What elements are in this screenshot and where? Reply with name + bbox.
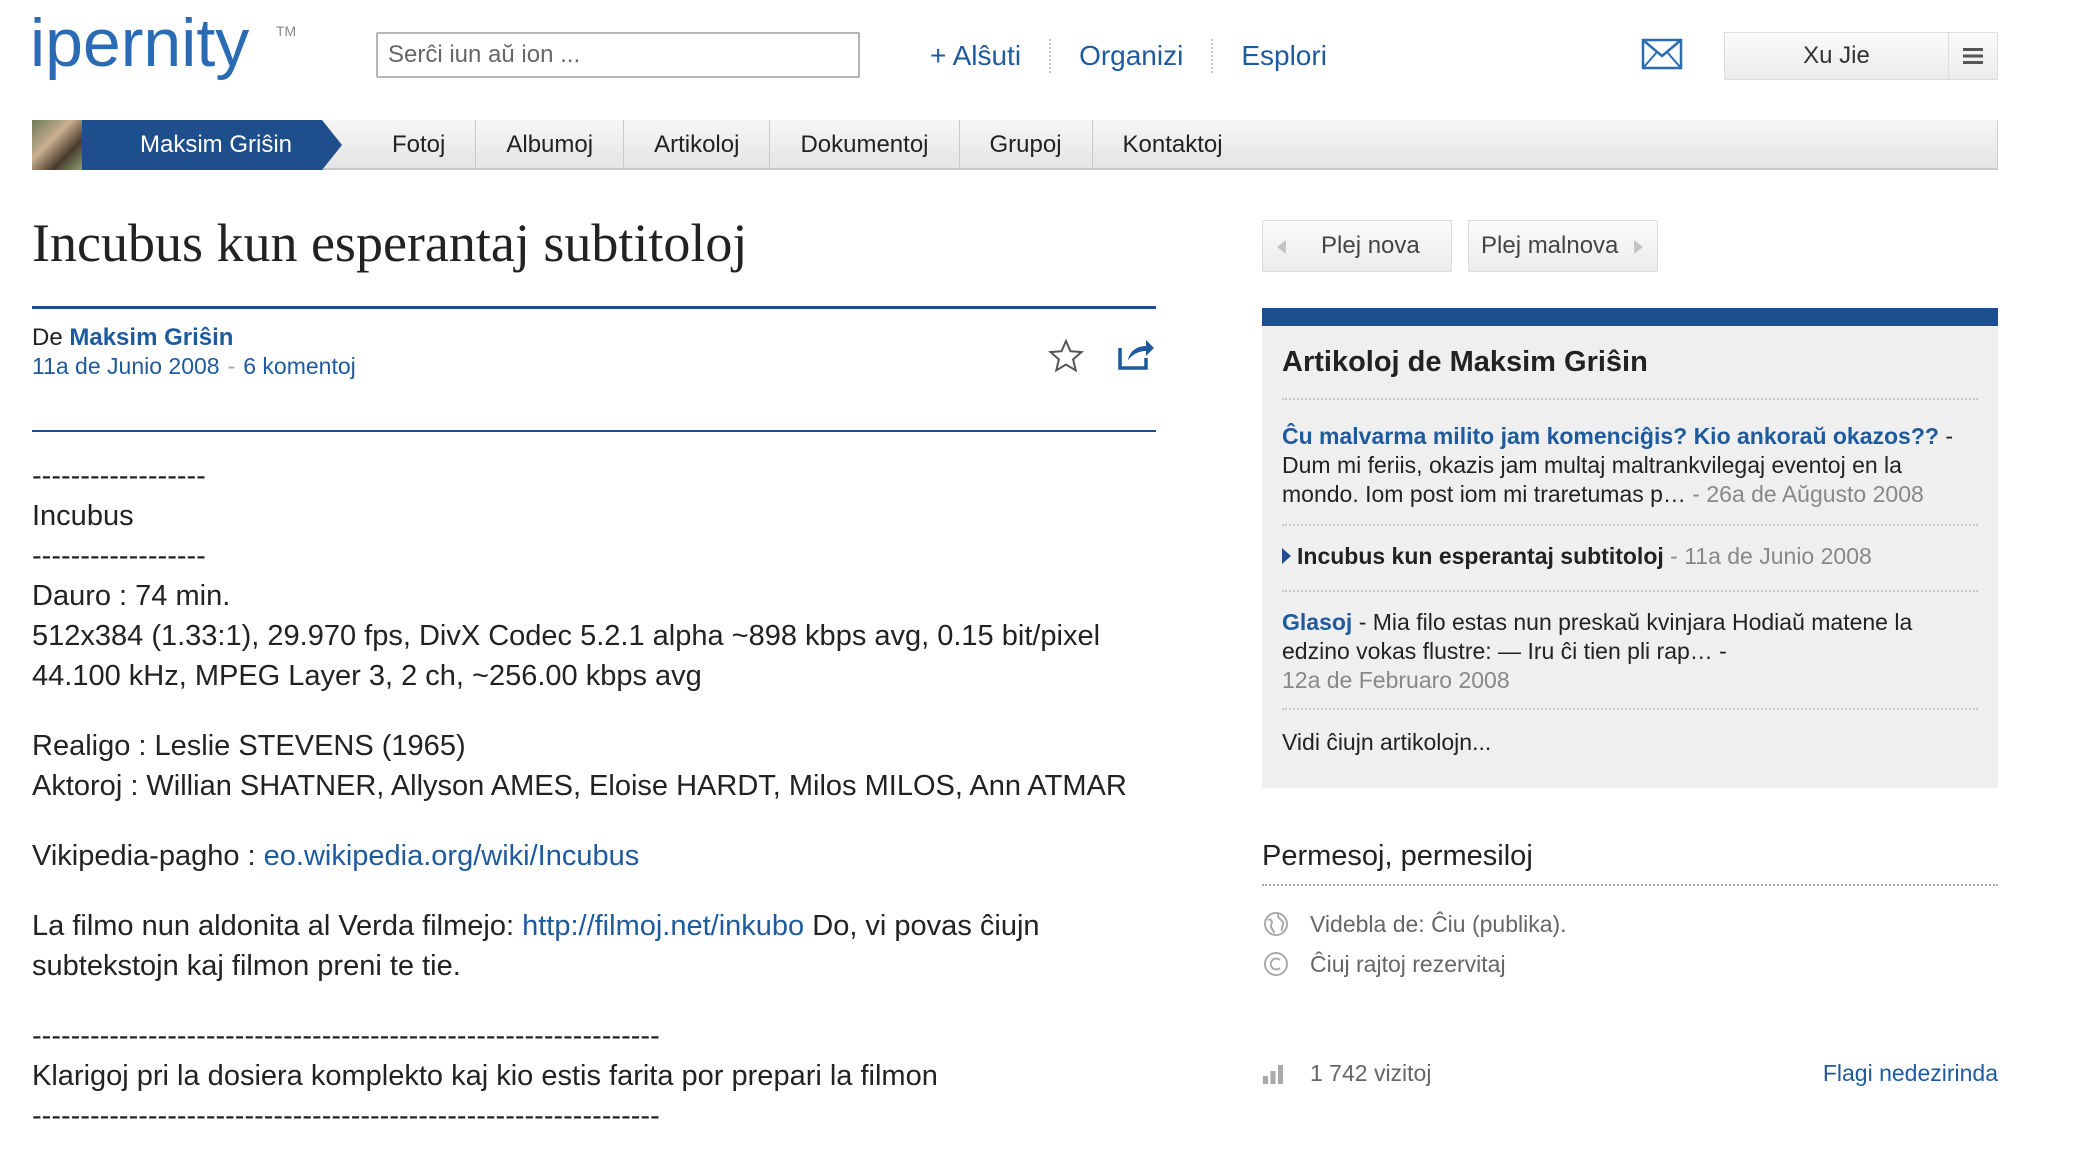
visibility-row: Videbla de: Ĉiu (publika). xyxy=(1262,910,1567,938)
nav-organize[interactable]: Organizi xyxy=(1051,36,1211,76)
logo-tm: TM xyxy=(276,23,296,39)
text-line: Aktoroj : Willian SHATNER, Allyson AMES,… xyxy=(32,770,1127,802)
tab-albums[interactable]: Albumoj xyxy=(476,120,625,170)
newest-label: Plej nova xyxy=(1321,232,1420,259)
article-body: ------------------ Incubus -------------… xyxy=(32,456,1162,1136)
date-separator: - xyxy=(227,353,236,379)
arrow-left-icon xyxy=(1277,240,1286,254)
nav-explore[interactable]: Esplori xyxy=(1213,36,1355,76)
oldest-button[interactable]: Plej malnova xyxy=(1468,220,1658,272)
text-line: Incubus xyxy=(32,500,134,532)
article-date: 12a de Februaro 2008 xyxy=(1282,667,1510,693)
see-all-articles-link[interactable]: Vidi ĉiujn artikolojn... xyxy=(1282,728,1982,757)
permissions-divider xyxy=(1262,884,1998,886)
current-article-title: Incubus kun esperantaj subtitoloj xyxy=(1297,543,1664,569)
copyright-icon xyxy=(1264,952,1288,976)
divider xyxy=(1282,708,1978,710)
text-line: 44.100 kHz, MPEG Layer 3, 2 ch, ~256.00 … xyxy=(32,660,702,692)
wiki-link[interactable]: eo.wikipedia.org/wiki/Incubus xyxy=(264,840,640,872)
profile-name-button[interactable]: Maksim Griŝin xyxy=(82,120,322,170)
mail-icon[interactable] xyxy=(1641,38,1683,70)
header-divider xyxy=(32,430,1156,432)
article-excerpt: - Mia filo estas nun preskaŭ kvinjara Ho… xyxy=(1282,609,1913,664)
text-line: Dauro : 74 min. xyxy=(32,580,231,612)
search-box[interactable] xyxy=(376,32,860,78)
flag-undesirable-link[interactable]: Flagi nedezirinda xyxy=(1823,1060,1998,1087)
text-line: Realigo : Leslie STEVENS (1965) xyxy=(32,730,466,762)
article-date[interactable]: 11a de Junio 2008 xyxy=(32,353,220,379)
star-icon[interactable] xyxy=(1048,338,1084,374)
visits-row: 1 742 vizitoj xyxy=(1262,1060,1431,1087)
visits-count: 1 742 vizitoj xyxy=(1310,1060,1432,1086)
list-item: Glasoj - Mia filo estas nun preskaŭ kvin… xyxy=(1282,608,1982,695)
wiki-label: Vikipedia-pagho : xyxy=(32,840,264,872)
logo-text: ipernity xyxy=(30,6,249,81)
filmejo-link[interactable]: http://filmoj.net/inkubo xyxy=(522,910,804,942)
menu-icon[interactable] xyxy=(1948,33,1997,79)
top-nav: + Alŝuti Organizi Esplori xyxy=(902,36,1355,76)
comments-link[interactable]: 6 komentoj xyxy=(243,353,356,379)
avatar[interactable] xyxy=(32,120,82,170)
author-link[interactable]: Maksim Griŝin xyxy=(69,324,233,351)
text-line: ------------------ xyxy=(32,460,206,492)
text-line: ----------------------------------------… xyxy=(32,1100,660,1132)
by-prefix: De xyxy=(32,324,63,351)
profile-bar: Maksim Griŝin Fotoj Albumoj Artikoloj Do… xyxy=(32,120,1998,170)
rights-row: Ĉiuj rajtoj rezervitaj xyxy=(1262,950,1506,978)
text-line: Vikipedia-pagho : eo.wikipedia.org/wiki/… xyxy=(32,836,1162,876)
text-line: 512x384 (1.33:1), 29.970 fps, DivX Codec… xyxy=(32,620,1101,652)
tab-contacts[interactable]: Kontaktoj xyxy=(1093,120,1253,170)
filmejo-pre: La filmo nun aldonita al Verda filmejo: xyxy=(32,910,523,942)
text-line: ----------------------------------------… xyxy=(32,1020,660,1052)
permissions-title: Permesoj, permesiloj xyxy=(1262,840,1533,872)
text-line: Klarigoj pri la dosiera komplekto kaj ki… xyxy=(32,1060,938,1092)
divider xyxy=(1282,398,1978,400)
divider xyxy=(1282,524,1978,526)
tab-articles[interactable]: Artikoloj xyxy=(624,120,771,170)
articles-box-title: Artikoloj de Maksim Griŝin xyxy=(1282,346,1648,378)
newest-button[interactable]: Plej nova xyxy=(1262,220,1452,272)
article-date: - 26a de Aŭgusto 2008 xyxy=(1685,481,1924,507)
arrow-right-icon xyxy=(1634,240,1643,254)
rights-text: Ĉiuj rajtoj rezervitaj xyxy=(1310,950,1506,977)
user-menu[interactable]: Xu Jie xyxy=(1724,32,1998,80)
oldest-label: Plej malnova xyxy=(1481,232,1619,259)
article-link[interactable]: Ĉu malvarma milito jam komenciĝis? Kio a… xyxy=(1282,423,1939,449)
globe-icon xyxy=(1264,912,1288,936)
byline: De Maksim Griŝin xyxy=(32,324,233,352)
profile-name-arrow xyxy=(322,120,342,170)
article-date: - 11a de Junio 2008 xyxy=(1663,543,1872,569)
current-arrow-icon xyxy=(1282,548,1291,564)
profile-tabs: Fotoj Albumoj Artikoloj Dokumentoj Grupo… xyxy=(362,120,1253,170)
share-icon[interactable] xyxy=(1116,336,1156,372)
text-line: La filmo nun aldonita al Verda filmejo: … xyxy=(32,906,1162,986)
stats-icon xyxy=(1263,1064,1283,1084)
tab-groups[interactable]: Grupoj xyxy=(960,120,1093,170)
tab-documents[interactable]: Dokumentoj xyxy=(770,120,960,170)
articles-box: Artikoloj de Maksim Griŝin Ĉu malvarma m… xyxy=(1262,308,1998,788)
text-line: ------------------ xyxy=(32,540,206,572)
visibility-text: Videbla de: Ĉiu (publika). xyxy=(1310,910,1567,937)
dateline: 11a de Junio 2008-6 komentoj xyxy=(32,353,356,380)
page-title: Incubus kun esperantaj subtitoloj xyxy=(32,213,748,273)
user-name[interactable]: Xu Jie xyxy=(1725,33,1948,79)
divider xyxy=(1282,590,1978,592)
title-divider xyxy=(32,306,1156,309)
search-input[interactable] xyxy=(378,34,858,76)
article-link[interactable]: Glasoj xyxy=(1282,609,1352,635)
tab-photos[interactable]: Fotoj xyxy=(362,120,477,170)
ipernity-logo[interactable]: ipernity TM xyxy=(30,5,310,96)
list-item-current: Incubus kun esperantaj subtitoloj - 11a … xyxy=(1282,542,1982,571)
nav-upload[interactable]: + Alŝuti xyxy=(902,36,1049,76)
list-item: Ĉu malvarma milito jam komenciĝis? Kio a… xyxy=(1282,422,1982,509)
